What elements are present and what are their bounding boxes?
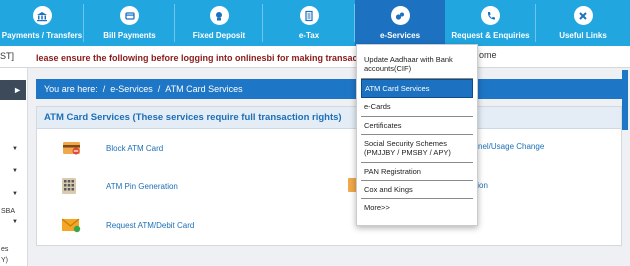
dropdown-item-atm-card-services[interactable]: ATM Card Services [361, 78, 473, 99]
top-nav: Payments / Transfers Bill Payments Fixed… [0, 0, 630, 46]
bill-icon [120, 6, 139, 25]
request-atm-debit-card-link[interactable]: Request ATM/Debit Card [62, 217, 194, 233]
alert-right-fragment: ome [479, 50, 497, 60]
scrollbar[interactable] [622, 70, 628, 130]
dropdown-item-social-security[interactable]: Social Security Schemes (PMJJBY / PMSBY … [361, 135, 473, 163]
nav-e-tax[interactable]: e-Tax [263, 0, 355, 46]
breadcrumb-item-atm-card-services: ATM Card Services [165, 84, 243, 94]
nav-label: e-Tax [298, 31, 320, 40]
dropdown-item-cox-and-kings[interactable]: Cox and Kings [361, 181, 473, 200]
envelope-icon [62, 218, 81, 233]
dropdown-item-more[interactable]: More>> [361, 199, 473, 216]
breadcrumb-item-e-services[interactable]: e-Services [110, 84, 153, 94]
nav-fixed-deposit[interactable]: Fixed Deposit [175, 0, 263, 46]
sidebar-fragment: es [1, 246, 9, 253]
bank-icon [32, 6, 52, 25]
sidebar-expand-button[interactable]: ► [0, 80, 26, 100]
nav-label: Request & Enquiries [451, 31, 530, 40]
dropdown-item-certificates[interactable]: Certificates [361, 117, 473, 135]
sidebar-fragment: Y) [1, 257, 8, 264]
nav-request-enquiries[interactable]: Request & Enquiries [445, 0, 536, 46]
service-label: nel/Usage Change [478, 142, 545, 151]
nav-useful-links[interactable]: Useful Links [536, 0, 630, 46]
alert-left-fragment: ST] [0, 51, 15, 61]
card-block-icon [63, 142, 80, 155]
block-atm-card-link[interactable]: Block ATM Card [62, 140, 163, 156]
nav-label: Payments / Transfers [1, 31, 83, 40]
tax-icon [299, 6, 319, 25]
service-label: Request ATM/Debit Card [106, 220, 195, 230]
breadcrumb-sep: / [157, 84, 161, 94]
alert-bar: ST] lease ensure the following before lo… [0, 46, 630, 68]
service-label: ATM Pin Generation [106, 181, 178, 191]
nav-label: Fixed Deposit [192, 31, 246, 40]
chevron-down-icon[interactable]: ▼ [12, 168, 18, 174]
breadcrumb-sep: / [102, 84, 106, 94]
dropdown-item-pan-registration[interactable]: PAN Registration [361, 163, 473, 181]
chevron-down-icon[interactable]: ▼ [12, 191, 18, 197]
chevron-down-icon[interactable]: ▼ [12, 219, 18, 225]
chevron-right-icon: ► [13, 85, 22, 95]
nav-label: Bill Payments [103, 31, 156, 40]
deposit-icon [209, 6, 229, 25]
services-icon [390, 6, 410, 25]
alert-message[interactable]: lease ensure the following before loggin… [36, 53, 384, 63]
phone-icon [481, 6, 500, 25]
dropdown-item-e-cards[interactable]: e-Cards [361, 98, 473, 117]
left-sidebar: ► ▼ ▼ ▼ SBA ▼ es Y) [0, 68, 28, 266]
breadcrumb: You are here: / e-Services / ATM Card Se… [36, 79, 624, 99]
right-service-link[interactable]: nel/Usage Change [478, 142, 544, 151]
breadcrumb-prefix: You are here: [44, 84, 98, 94]
chevron-down-icon[interactable]: ▼ [12, 146, 18, 152]
panel-title: ATM Card Services (These services requir… [37, 107, 621, 129]
atm-pin-generation-link[interactable]: ATM Pin Generation [62, 178, 178, 194]
nav-label: Useful Links [559, 31, 607, 40]
nav-bill-payments[interactable]: Bill Payments [84, 0, 175, 46]
keypad-icon [62, 178, 76, 194]
sidebar-fragment: SBA [1, 208, 16, 215]
e-services-dropdown: Update Aadhaar with Bank accounts(CIF) A… [356, 44, 478, 226]
nav-label: e-Services [379, 31, 421, 40]
dropdown-item-update-aadhaar[interactable]: Update Aadhaar with Bank accounts(CIF) [361, 51, 473, 79]
service-label: Block ATM Card [106, 143, 164, 153]
links-icon [573, 6, 593, 25]
nav-payments-transfers[interactable]: Payments / Transfers [0, 0, 84, 46]
nav-e-services[interactable]: e-Services [355, 0, 445, 46]
